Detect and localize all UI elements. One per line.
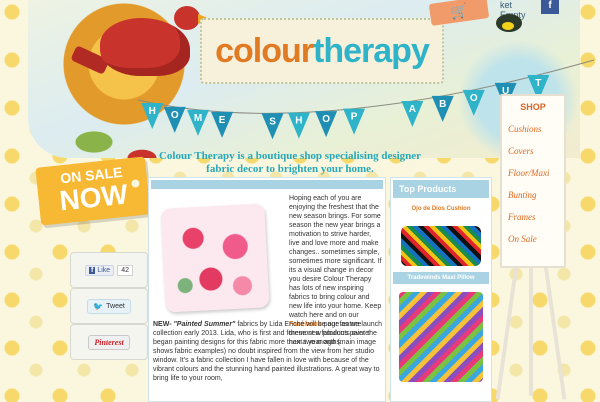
easel-leg-center <box>529 256 533 396</box>
like-label: Like <box>97 266 111 274</box>
shop-link-cushions[interactable]: Cushions <box>508 124 542 134</box>
bunting-flags: H O M E S H O PA BOUT <box>141 74 550 140</box>
top-products-sidebar: Top Products Ojo de Dios Cushion Tradewi… <box>390 177 492 402</box>
nav-letter: O <box>322 114 330 125</box>
product-link-tradewinds[interactable]: Tradewinds Maxi Pillow <box>393 272 489 284</box>
pinterest-button[interactable]: Pinterest <box>88 334 130 350</box>
panel-topbar <box>151 180 383 189</box>
featured-cushion-image <box>160 203 270 313</box>
shop-link-covers[interactable]: Covers <box>508 146 534 156</box>
tweet-button[interactable]: 🐦 Tweet <box>87 298 131 314</box>
nav-letter: O <box>470 93 478 104</box>
easel-leg-left <box>495 250 521 400</box>
nav-letter: B <box>439 99 446 110</box>
shop-link-floor-maxi[interactable]: Floor/Maxi <box>508 168 550 178</box>
facebook-icon: f <box>89 266 96 274</box>
feature-paragraph: NEW- "Painted Summer" fabrics by Lida En… <box>153 320 381 383</box>
bird-head <box>174 6 200 30</box>
new-label: NEW- <box>153 321 172 328</box>
product-image-ojo-de-dios[interactable] <box>401 226 481 266</box>
nav-letter: S <box>269 116 276 127</box>
product-image-tradewinds[interactable] <box>399 292 483 382</box>
top-products-title: Top Products <box>393 180 489 198</box>
nav-letter: H <box>149 106 156 117</box>
nav-letter: E <box>219 115 226 126</box>
collection-title: "Painted Summer" <box>173 321 236 328</box>
shop-link-frames[interactable]: Frames <box>508 212 536 222</box>
feature-text: fabrics by Lida Enché will be our featur… <box>153 321 380 382</box>
shopping-cart-icon: 🛒 <box>449 1 469 20</box>
shop-link-on-sale[interactable]: On Sale <box>508 234 537 244</box>
nav-letter: P <box>351 112 358 123</box>
pinterest-tag: Pinterest <box>70 324 148 360</box>
nav-letter: M <box>194 113 202 124</box>
nav-letter: A <box>409 104 416 115</box>
facebook-like-tag: f Like 42 <box>70 252 148 288</box>
shop-menu-title: SHOP <box>520 102 546 112</box>
like-count: 42 <box>117 264 133 276</box>
tweet-tag: 🐦 Tweet <box>70 288 148 324</box>
easel-leg-right <box>541 250 567 400</box>
on-sale-banner[interactable]: ON SALE NOW <box>35 156 151 226</box>
cart-status-line1: ket <box>500 0 513 10</box>
facebook-icon[interactable]: f <box>541 0 559 14</box>
nav-letter: H <box>295 116 302 127</box>
nav-letter: T <box>535 78 541 89</box>
shop-link-bunting[interactable]: Bunting <box>508 190 537 200</box>
twitter-bird-icon: 🐦 <box>93 301 104 311</box>
tweet-label: Tweet <box>106 302 125 310</box>
nav-letter: O <box>171 110 179 121</box>
shop-menu-easel: SHOP Cushions Covers Floor/Maxi Bunting … <box>500 94 566 268</box>
main-content-panel: Hoping each of you are enjoying the fres… <box>148 177 386 402</box>
site-tagline: Colour Therapy is a boutique shop specia… <box>158 150 422 175</box>
intro-text-part1: Hoping each of you are enjoying the fres… <box>289 195 382 319</box>
product-link-ojo-de-dios[interactable]: Ojo de Dios Cushion <box>391 206 491 212</box>
facebook-like-button[interactable]: f Like <box>85 264 115 276</box>
